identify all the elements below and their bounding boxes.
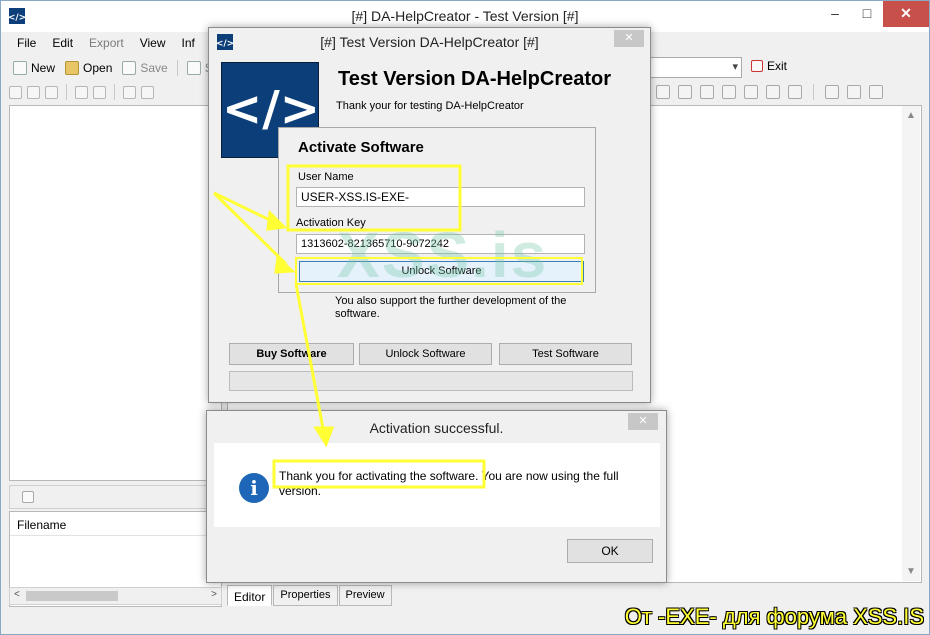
activation-key-label: Activation Key — [296, 217, 366, 229]
main-window-title: [#] DA-HelpCreator - Test Version [#] — [351, 8, 579, 24]
test-dialog-title-bar: </> [#] Test Version DA-HelpCreator [#] … — [209, 28, 650, 56]
delete-page-icon[interactable] — [45, 85, 58, 99]
scroll-down-icon[interactable]: ▼ — [906, 566, 916, 577]
horizontal-line-icon[interactable] — [678, 85, 692, 99]
table-icon[interactable] — [656, 85, 670, 99]
exit-button[interactable]: Exit — [751, 59, 787, 73]
support-text: You also support the further development… — [335, 295, 567, 320]
copy-icon[interactable] — [847, 85, 861, 99]
test-dialog-heading: Test Version DA-HelpCreator — [338, 68, 612, 90]
trial-progress-bar — [229, 371, 633, 391]
style-dropdown[interactable] — [649, 57, 742, 78]
menu-file[interactable]: File — [9, 33, 44, 55]
activation-panel: Activate Software User Name Activation K… — [278, 127, 596, 293]
filename-column-header[interactable]: Filename — [10, 512, 221, 536]
toolbar-separator — [114, 84, 115, 100]
scroll-left-icon[interactable]: < — [14, 589, 20, 600]
add-page-icon[interactable] — [9, 85, 22, 99]
success-dialog-title: Activation successful. — [369, 420, 504, 436]
cut-icon[interactable] — [825, 85, 839, 99]
scroll-up-icon[interactable]: ▲ — [906, 110, 916, 121]
info-icon: i — [239, 473, 269, 503]
settings-icon — [186, 61, 201, 75]
unlock-software-button-bottom[interactable]: Unlock Software — [359, 343, 492, 365]
username-field[interactable] — [296, 187, 585, 207]
editor-tabs: Editor Properties Preview — [227, 585, 393, 606]
topic-tree-pane[interactable] — [9, 105, 222, 481]
menu-bar: File Edit Export View Inf — [9, 33, 203, 55]
maximize-button[interactable]: □ — [851, 1, 883, 27]
image-icon[interactable] — [722, 85, 736, 99]
main-toolbar: New Open Save S — [9, 57, 217, 79]
vertical-scrollbar[interactable]: ▲ ▼ — [902, 106, 920, 581]
minimize-button[interactable]: – — [819, 1, 851, 27]
open-button[interactable]: Open — [61, 60, 116, 76]
close-button[interactable]: ✕ — [614, 30, 644, 47]
toolbar-separator — [66, 84, 67, 100]
test-dialog-title: [#] Test Version DA-HelpCreator [#] — [320, 34, 539, 50]
window-controls: – □ ✕ — [819, 1, 929, 27]
exit-icon — [751, 60, 763, 72]
test-version-dialog: </> [#] Test Version DA-HelpCreator [#] … — [208, 27, 651, 403]
menu-export[interactable]: Export — [81, 33, 132, 55]
clock-icon[interactable] — [744, 85, 758, 99]
close-button[interactable]: ✕ — [883, 1, 929, 27]
success-dialog-body: i Thank you for activating the software.… — [214, 443, 660, 527]
unlock-software-button[interactable]: Unlock Software — [299, 261, 584, 282]
save-label: Save — [140, 61, 168, 75]
activation-key-field[interactable] — [296, 234, 585, 254]
move-down-icon[interactable] — [93, 85, 106, 99]
tab-editor[interactable]: Editor — [227, 585, 273, 606]
paste-icon[interactable] — [869, 85, 883, 99]
bold-icon[interactable] — [788, 85, 802, 99]
save-icon — [122, 61, 137, 75]
move-up-icon[interactable] — [75, 85, 88, 99]
activation-heading: Activate Software — [298, 139, 424, 156]
success-message: Thank you for activating the software. Y… — [279, 469, 619, 498]
new-label: New — [31, 61, 56, 75]
format-toolbar — [656, 82, 883, 102]
add-subpage-icon[interactable] — [27, 85, 40, 99]
menu-info[interactable]: Inf — [174, 33, 203, 55]
toolbar-separator — [813, 84, 814, 100]
properties-icon[interactable] — [123, 85, 136, 99]
ok-button[interactable]: OK — [567, 539, 653, 563]
open-folder-icon — [65, 61, 80, 75]
secondary-toolbar — [9, 82, 154, 102]
menu-view[interactable]: View — [132, 33, 174, 55]
globe-link-icon[interactable] — [700, 85, 714, 99]
exit-label: Exit — [767, 59, 788, 73]
test-dialog-thanks: Thank your for testing DA-HelpCreator — [336, 100, 524, 112]
scroll-right-icon[interactable]: > — [211, 589, 217, 600]
save-button[interactable]: Save — [118, 60, 171, 76]
menu-edit[interactable]: Edit — [44, 33, 81, 55]
close-button[interactable]: ✕ — [628, 413, 658, 430]
scroll-thumb[interactable] — [26, 591, 118, 601]
success-dialog-title-bar: Activation successful. ✕ — [207, 411, 666, 443]
new-button[interactable]: New — [9, 60, 59, 76]
toolbar-separator — [176, 60, 178, 76]
add-file-icon[interactable] — [22, 491, 34, 503]
new-file-icon — [13, 61, 27, 75]
horizontal-scrollbar[interactable]: < > — [9, 587, 222, 605]
tab-preview[interactable]: Preview — [338, 585, 392, 606]
username-label: User Name — [298, 171, 354, 183]
open-label: Open — [83, 61, 113, 75]
refresh-icon[interactable] — [141, 85, 154, 99]
file-list-toolbar — [9, 485, 222, 509]
test-software-button[interactable]: Test Software — [499, 343, 632, 365]
insert-icon[interactable] — [766, 85, 780, 99]
buy-software-button[interactable]: Buy Software — [229, 343, 354, 365]
activation-success-dialog: Activation successful. ✕ i Thank you for… — [206, 410, 667, 583]
tab-properties[interactable]: Properties — [273, 585, 338, 606]
